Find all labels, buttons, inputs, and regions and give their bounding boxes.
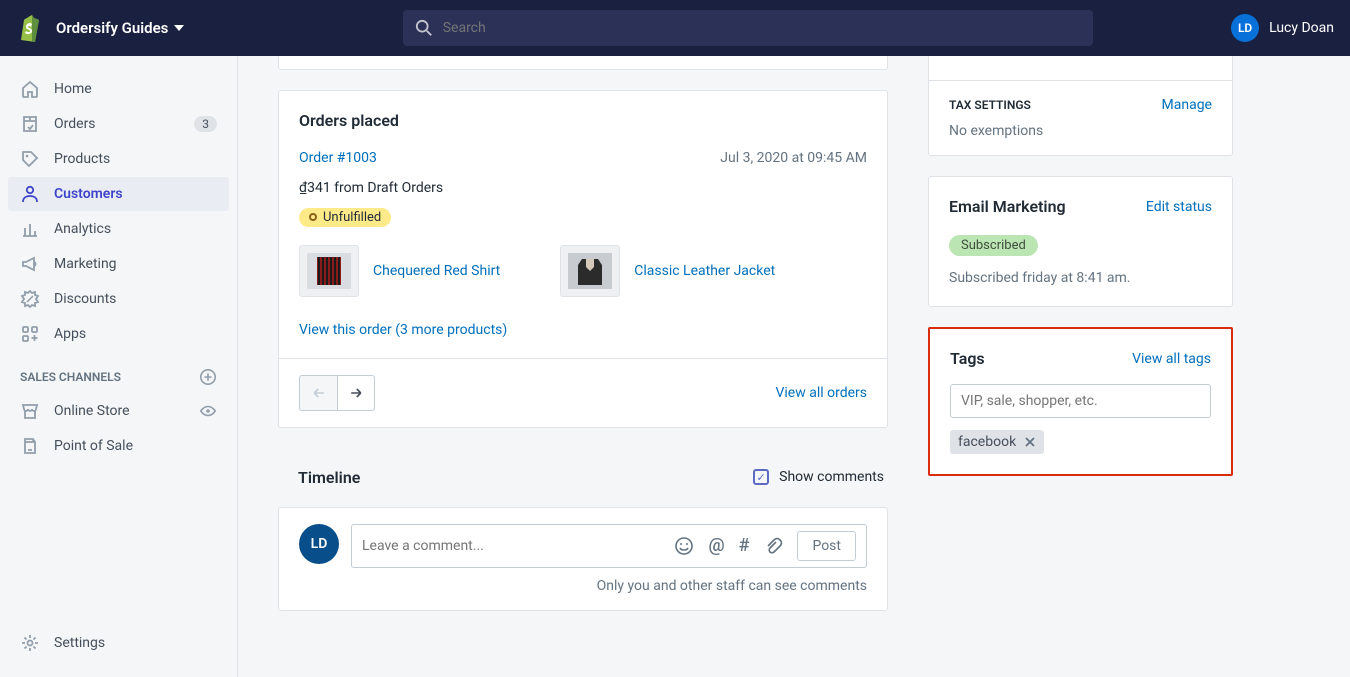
gear-icon — [20, 633, 40, 653]
search-input[interactable] — [443, 20, 1081, 36]
emoji-icon[interactable] — [674, 536, 694, 556]
attachment-icon[interactable] — [763, 536, 783, 556]
tags-card: Tags View all tags facebook — [928, 327, 1233, 476]
sidebar-item-label: Online Store — [54, 403, 130, 419]
sidebar-item-home[interactable]: Home — [8, 72, 229, 106]
marketing-icon — [20, 254, 40, 274]
sidebar-item-label: Apps — [54, 326, 86, 342]
product-item: Classic Leather Jacket — [560, 245, 775, 297]
manage-tax-link[interactable]: Manage — [1162, 97, 1212, 113]
post-button[interactable]: Post — [797, 531, 856, 561]
subscribed-note: Subscribed friday at 8:41 am. — [949, 270, 1212, 286]
comment-visibility-note: Only you and other staff can see comment… — [351, 578, 867, 594]
sidebar-item-label: Discounts — [54, 291, 116, 307]
order-amount: ₫341 from Draft Orders — [299, 180, 867, 196]
home-icon — [20, 79, 40, 99]
hash-icon[interactable]: # — [739, 535, 750, 556]
checkbox-icon: ✓ — [753, 469, 769, 485]
eye-icon[interactable] — [199, 402, 217, 420]
sidebar-item-label: Point of Sale — [54, 438, 133, 454]
products-icon — [20, 149, 40, 169]
orders-placed-title: Orders placed — [299, 111, 867, 130]
sidebar-item-label: Home — [54, 81, 92, 97]
product-thumbnail — [299, 245, 359, 297]
add-address-link[interactable]: Add new address — [949, 56, 1056, 60]
add-channel-icon[interactable] — [199, 368, 217, 386]
chevron-down-icon — [174, 25, 184, 31]
mention-icon[interactable]: @ — [708, 535, 724, 556]
order-date: Jul 3, 2020 at 09:45 AM — [720, 150, 867, 166]
sidebar-item-products[interactable]: Products — [8, 142, 229, 176]
tags-title: Tags — [950, 349, 985, 368]
orders-icon — [20, 114, 40, 134]
shopify-logo-icon — [16, 12, 44, 44]
search-box[interactable] — [403, 10, 1093, 46]
online-store-icon — [20, 401, 40, 421]
view-order-link[interactable]: View this order (3 more products) — [299, 322, 507, 338]
edit-status-link[interactable]: Edit status — [1146, 199, 1212, 215]
sidebar-item-apps[interactable]: Apps — [8, 317, 229, 351]
customer-summary-card: From Draft Orders 3 orders — [278, 56, 888, 70]
apps-icon — [20, 324, 40, 344]
sidebar-item-discounts[interactable]: Discounts — [8, 282, 229, 316]
comment-card: LD @ # Post — [278, 507, 888, 611]
pager-next-button[interactable] — [337, 375, 375, 411]
sidebar-item-label: Orders — [54, 116, 96, 132]
orders-badge: 3 — [194, 116, 217, 132]
remove-tag-icon[interactable] — [1024, 436, 1036, 448]
analytics-icon — [20, 219, 40, 239]
sidebar-item-label: Customers — [54, 186, 123, 202]
tag-chip: facebook — [950, 430, 1044, 454]
sidebar-item-pos[interactable]: Point of Sale — [8, 429, 229, 463]
tags-input[interactable] — [950, 384, 1211, 418]
sidebar-item-label: Settings — [54, 635, 105, 651]
product-thumbnail — [560, 245, 620, 297]
store-name-label: Ordersify Guides — [56, 19, 168, 37]
user-name-label: Lucy Doan — [1269, 20, 1334, 36]
product-link[interactable]: Classic Leather Jacket — [634, 263, 775, 279]
email-marketing-title: Email Marketing — [949, 197, 1066, 216]
order-link[interactable]: Order #1003 — [299, 150, 377, 166]
sidebar-item-label: Marketing — [54, 256, 117, 272]
status-badge: Unfulfilled — [299, 208, 391, 227]
view-all-tags-link[interactable]: View all tags — [1132, 351, 1211, 367]
avatar: LD — [1231, 14, 1259, 42]
pager-prev-button[interactable] — [299, 375, 337, 411]
show-comments-toggle[interactable]: ✓ Show comments — [753, 469, 888, 485]
timeline-section: Timeline ✓ Show comments LD — [278, 448, 888, 611]
sidebar-item-customers[interactable]: Customers — [8, 177, 229, 211]
topbar: Ordersify Guides LD Lucy Doan — [0, 0, 1350, 56]
comment-input[interactable] — [362, 538, 674, 554]
orders-placed-card: Orders placed Order #1003 Jul 3, 2020 at… — [278, 90, 888, 428]
store-switcher[interactable]: Ordersify Guides — [56, 19, 184, 37]
customers-icon — [20, 184, 40, 204]
sidebar-item-settings[interactable]: Settings — [8, 626, 229, 660]
search-icon — [415, 19, 433, 37]
view-all-orders-link[interactable]: View all orders — [775, 385, 867, 401]
sidebar-item-orders[interactable]: Orders 3 — [8, 107, 229, 141]
product-item: Chequered Red Shirt — [299, 245, 500, 297]
order-pager — [299, 375, 375, 411]
sidebar-item-online-store[interactable]: Online Store — [8, 394, 229, 428]
product-link[interactable]: Chequered Red Shirt — [373, 263, 500, 279]
sidebar-item-label: Products — [54, 151, 110, 167]
sales-channels-header: SALES CHANNELS — [8, 352, 229, 394]
discounts-icon — [20, 289, 40, 309]
sidebar-item-analytics[interactable]: Analytics — [8, 212, 229, 246]
pos-icon — [20, 436, 40, 456]
user-menu[interactable]: LD Lucy Doan — [1231, 14, 1334, 42]
subscribed-badge: Subscribed — [949, 235, 1038, 256]
timeline-title: Timeline — [298, 468, 360, 487]
tax-settings-title: TAX SETTINGS — [949, 98, 1031, 112]
sidebar-item-label: Analytics — [54, 221, 111, 237]
tax-value: No exemptions — [949, 123, 1212, 139]
email-marketing-card: Email Marketing Edit status Subscribed S… — [928, 176, 1233, 307]
address-card: Add new address TAX SETTINGS Manage No e… — [928, 56, 1233, 156]
avatar: LD — [299, 524, 339, 564]
sidebar: Home Orders 3 Products Customers Analyti… — [0, 56, 238, 677]
sidebar-item-marketing[interactable]: Marketing — [8, 247, 229, 281]
